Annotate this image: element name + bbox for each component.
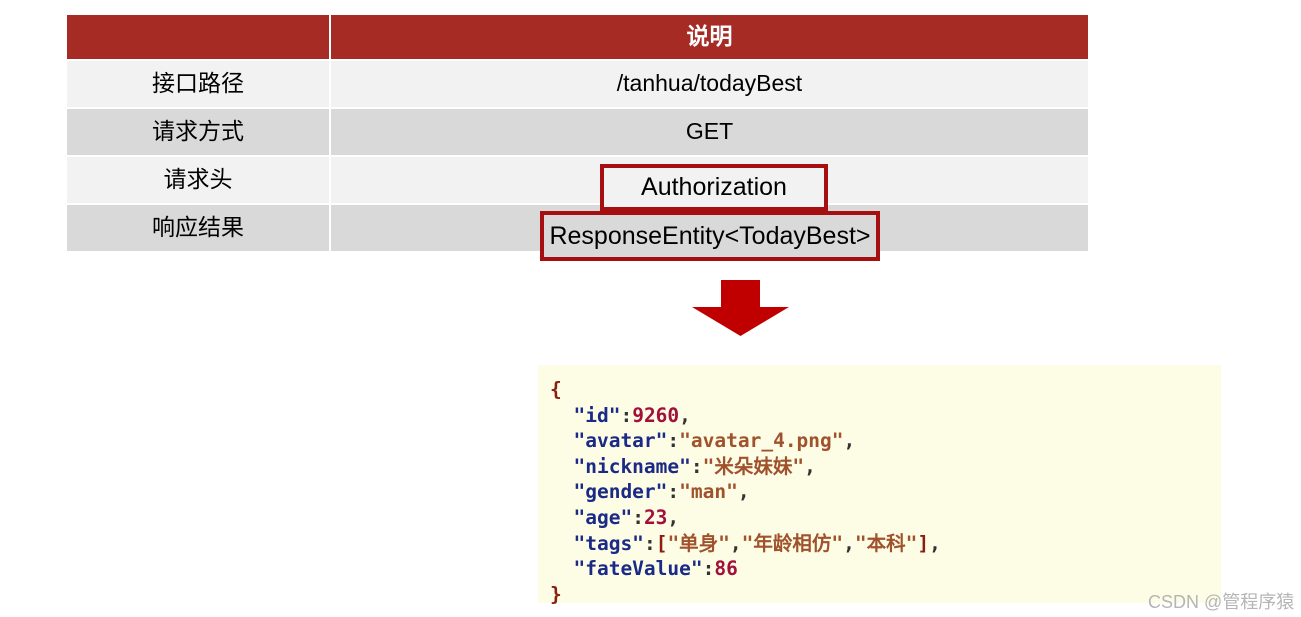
json-line: "nickname":"米朵妹妹", (550, 454, 1221, 480)
json-token-plain: , (929, 531, 941, 555)
table-row: 请求方式 GET (67, 109, 1088, 155)
json-response-code-block: { "id":9260, "avatar":"avatar_4.png", "n… (538, 365, 1221, 606)
json-token-plain: : (632, 505, 644, 529)
json-token-str: "man" (679, 480, 738, 504)
table-header-row: 说明 (67, 15, 1088, 59)
json-token-plain: , (729, 531, 742, 555)
row-label-path: 接口路径 (67, 61, 329, 107)
json-token-key: "id" (573, 403, 621, 427)
json-token-plain: : (690, 454, 703, 478)
json-token-key: "age" (573, 505, 633, 529)
json-line: "fateValue":86 (550, 556, 1221, 582)
json-token-key: "tags" (573, 531, 644, 555)
json-token-str: "米朵妹妹" (702, 454, 805, 478)
json-token-plain: : (620, 403, 633, 427)
json-token-plain: , (804, 454, 816, 478)
header-cell-description: 说明 (331, 15, 1088, 59)
json-token-plain: : (667, 429, 680, 453)
json-line: { (550, 377, 1221, 403)
table-row: 接口路径 /tanhua/todayBest (67, 61, 1088, 107)
json-line: "age":23, (550, 505, 1221, 531)
json-token-key: "gender" (573, 480, 668, 504)
json-token-num: 9260 (632, 403, 680, 427)
json-line: "tags":["单身","年龄相仿","本科"], (550, 531, 1221, 557)
json-line: } (550, 582, 1221, 608)
callout-response-entity: ResponseEntity<TodayBest> (540, 211, 880, 261)
json-token-punct: } (550, 582, 562, 606)
table-row: 请求头 (67, 157, 1088, 203)
header-cell-label (67, 15, 329, 59)
json-token-str: "单身" (667, 531, 730, 555)
json-token-str: "年龄相仿" (741, 531, 844, 555)
row-label-response: 响应结果 (67, 205, 329, 251)
json-token-plain: , (737, 480, 750, 504)
json-token-punct: [ (655, 531, 668, 555)
json-token-num: 86 (714, 557, 738, 581)
csdn-watermark: CSDN @管程序猿 (1148, 592, 1295, 612)
json-line: "id":9260, (550, 403, 1221, 429)
json-token-plain: : (702, 557, 715, 581)
arrow-down-icon (692, 280, 789, 336)
row-value-path: /tanhua/todayBest (331, 61, 1088, 107)
json-line: "gender":"man", (550, 479, 1221, 505)
json-token-plain: , (843, 531, 855, 555)
json-token-key: "fateValue" (573, 557, 703, 581)
callout-authorization: Authorization (600, 164, 828, 211)
json-token-plain: , (679, 403, 691, 427)
json-token-plain: : (667, 480, 680, 504)
json-token-punct: { (550, 378, 562, 401)
json-token-plain: , (843, 429, 856, 453)
json-token-plain: , (667, 505, 680, 529)
json-token-key: "nickname" (573, 454, 691, 478)
json-token-str: "avatar_4.png" (679, 429, 844, 453)
json-token-key: "avatar" (573, 429, 668, 453)
json-token-num: 23 (643, 505, 668, 529)
row-label-header: 请求头 (67, 157, 329, 203)
json-token-plain: : (643, 531, 656, 555)
json-token-punct: ] (917, 531, 930, 555)
json-token-str: "本科" (854, 531, 918, 555)
json-line: "avatar":"avatar_4.png", (550, 428, 1221, 454)
row-label-method: 请求方式 (67, 109, 329, 155)
row-value-method: GET (331, 109, 1088, 155)
